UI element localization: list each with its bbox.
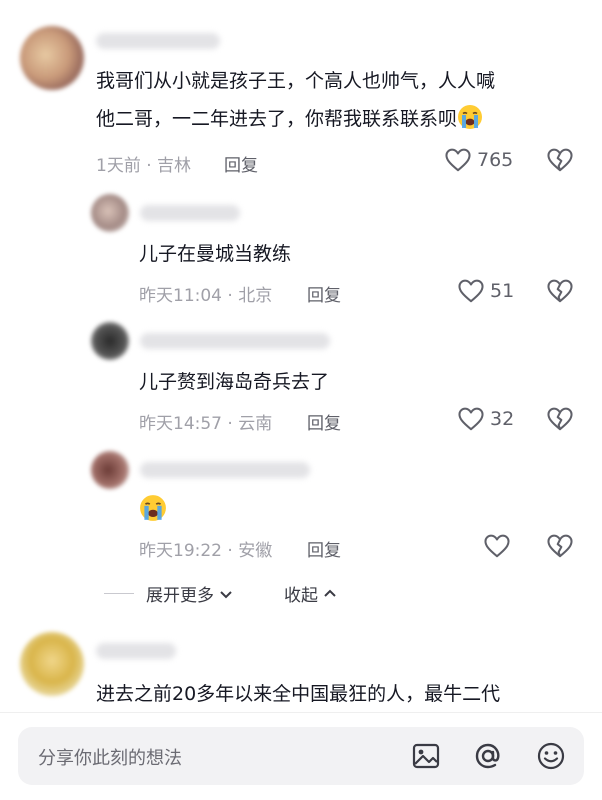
reply-button[interactable]: 回复	[224, 151, 258, 176]
chevron-up-icon	[324, 589, 336, 597]
avatar[interactable]	[20, 632, 84, 696]
comment-input[interactable]: 分享你此刻的想法	[18, 727, 584, 785]
broken-heart-icon	[547, 407, 573, 431]
avatar[interactable]	[91, 451, 129, 489]
heart-outline-icon	[458, 279, 484, 303]
collapse-button[interactable]: 收起	[284, 581, 338, 606]
reply-time: 昨天19:22	[139, 541, 222, 561]
like-count: 765	[477, 149, 514, 171]
reply-meta: 昨天19:22 · 安徽	[139, 541, 273, 561]
comment-text-line2: 他二哥，一二年进去了，你帮我联系联系呗	[96, 100, 586, 138]
reply-text: 儿子赘到海岛奇兵去了	[139, 371, 330, 393]
like-button[interactable]: 765	[445, 148, 513, 172]
reply-text: 儿子在曼城当教练	[139, 243, 292, 265]
reply-meta: 昨天11:04 · 北京	[139, 286, 273, 306]
chevron-down-icon	[220, 590, 232, 598]
comment-text: 进去之前20多年以来全中国最狂的人，最牛二代	[96, 683, 501, 705]
at-icon[interactable]	[472, 740, 504, 772]
emoji-icon[interactable]	[535, 740, 567, 772]
heart-outline-icon	[445, 148, 471, 172]
comment-time: 1天前	[96, 156, 141, 176]
avatar[interactable]	[20, 26, 84, 90]
comment-text-line1: 我哥们从小就是孩子王，个高人也帅气，人人喊	[96, 70, 496, 92]
loudly-crying-face-icon	[139, 494, 167, 522]
username-blurred[interactable]	[140, 462, 310, 478]
comment-location: 吉林	[157, 156, 192, 176]
reply-location: 北京	[238, 286, 273, 306]
like-button[interactable]: 51	[458, 279, 514, 303]
dislike-button[interactable]	[547, 407, 573, 435]
dislike-button[interactable]	[547, 534, 573, 562]
like-count: 51	[490, 280, 515, 302]
broken-heart-icon	[547, 148, 573, 172]
username-blurred[interactable]	[96, 643, 176, 659]
input-placeholder: 分享你此刻的想法	[38, 748, 182, 769]
reply-location: 安徽	[238, 541, 273, 561]
reply-controls: 展开更多 收起	[104, 581, 338, 606]
broken-heart-icon	[547, 279, 573, 303]
image-icon[interactable]	[410, 740, 442, 772]
reply-text	[139, 494, 167, 526]
broken-heart-icon	[547, 534, 573, 558]
heart-outline-icon	[484, 534, 510, 558]
comment-input-bar: 分享你此刻的想法	[0, 712, 602, 800]
dislike-button[interactable]	[547, 279, 573, 307]
reply-location: 云南	[238, 414, 273, 434]
loudly-crying-face-icon	[457, 104, 483, 130]
username-blurred[interactable]	[140, 205, 240, 221]
avatar[interactable]	[91, 194, 129, 232]
expand-more-button[interactable]: 展开更多	[146, 581, 234, 606]
reply-button[interactable]: 回复	[307, 536, 341, 561]
username-blurred[interactable]	[96, 33, 220, 49]
reply-button[interactable]: 回复	[307, 281, 341, 306]
like-button[interactable]: 32	[458, 407, 514, 431]
reply-meta: 昨天14:57 · 云南	[139, 414, 273, 434]
username-blurred[interactable]	[140, 333, 330, 349]
dislike-button[interactable]	[547, 148, 573, 176]
like-button[interactable]	[484, 534, 510, 558]
reply-time: 昨天14:57	[139, 414, 222, 434]
reply-button[interactable]: 回复	[307, 409, 341, 434]
like-count: 32	[490, 408, 515, 430]
heart-outline-icon	[458, 407, 484, 431]
comment-text: 我哥们从小就是孩子王，个高人也帅气，人人喊 他二哥，一二年进去了，你帮我联系联系…	[96, 62, 586, 138]
avatar[interactable]	[91, 322, 129, 360]
reply-time: 昨天11:04	[139, 286, 222, 306]
divider	[104, 593, 134, 594]
comment-meta: 1天前 · 吉林	[96, 156, 192, 176]
